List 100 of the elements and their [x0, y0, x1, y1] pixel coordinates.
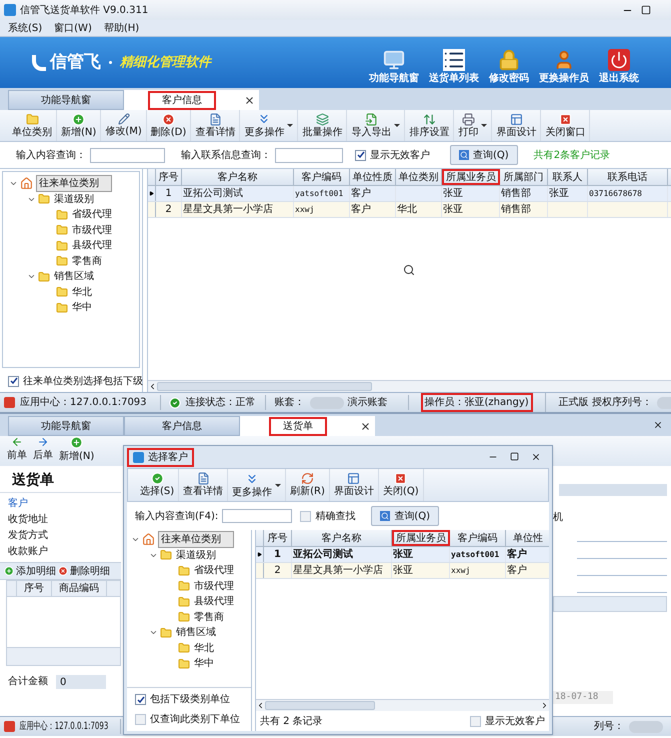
- maximize-icon[interactable]: [641, 4, 651, 14]
- table-row[interactable]: 1 亚拓公司测试 yatsoft001 客户 张亚 销售部 张亚 03716678678: [148, 186, 671, 202]
- toolbar-button[interactable]: 界面设计: [492, 110, 542, 141]
- checkbox[interactable]: [355, 150, 366, 160]
- tree-item[interactable]: 市级代理: [72, 222, 112, 238]
- nav-button[interactable]: 更换操作员: [539, 49, 589, 86]
- close-tab-icon[interactable]: [360, 420, 371, 432]
- scroll-right-icon[interactable]: [540, 701, 549, 710]
- toolbar-button[interactable]: 关闭(Q): [378, 469, 424, 501]
- toolbar-button[interactable]: 后单: [30, 436, 56, 466]
- tab[interactable]: 功能导航窗: [8, 416, 124, 436]
- table-row[interactable]: 1 亚拓公司测试 张亚 yatsoft001 客户: [256, 547, 549, 563]
- toolbar-button[interactable]: 打印: [454, 110, 492, 141]
- toolbar-button[interactable]: 删除(D): [146, 110, 192, 141]
- toolbar-button[interactable]: 更多操作: [240, 110, 298, 141]
- checkbox[interactable]: [135, 694, 146, 705]
- toolbar-button[interactable]: 新增(N): [57, 110, 102, 141]
- toolbar-button[interactable]: 导入导出: [347, 110, 406, 141]
- nav-button[interactable]: 修改密码: [489, 49, 529, 86]
- checkbox[interactable]: [470, 716, 481, 726]
- tab[interactable]: 客户信息: [124, 90, 240, 110]
- tree-item[interactable]: 省级代理: [72, 207, 112, 222]
- tree-item[interactable]: 往来单位类别: [158, 531, 234, 548]
- menu-item[interactable]: 窗口(W): [54, 20, 92, 36]
- toolbar-button[interactable]: 界面设计: [330, 469, 379, 501]
- toolbar-button[interactable]: 查看详情: [191, 110, 240, 141]
- input-field[interactable]: [559, 484, 667, 496]
- toolbar-button[interactable]: 排序设置: [405, 110, 454, 141]
- tree-item[interactable]: 市级代理: [194, 578, 234, 594]
- search-field[interactable]: [222, 509, 292, 523]
- column-header[interactable]: 商品编码: [52, 581, 107, 596]
- dropdown-icon[interactable]: [275, 484, 282, 486]
- table-row[interactable]: 2 星星文具第一小学店 张亚 xxwj 客户: [256, 563, 549, 579]
- tab[interactable]: 送货单: [240, 416, 356, 436]
- scroll-left-icon[interactable]: [256, 701, 265, 710]
- search-field[interactable]: [275, 148, 343, 162]
- toolbar-button[interactable]: 前单: [4, 436, 30, 466]
- scrollbar-thumb[interactable]: [157, 382, 372, 391]
- column-header[interactable]: 客户名称: [292, 530, 392, 546]
- column-header[interactable]: 序号: [264, 530, 292, 546]
- tree-item[interactable]: 华北: [194, 640, 214, 656]
- column-header[interactable]: 所属部门: [500, 169, 548, 185]
- tree-item[interactable]: 华中: [194, 656, 214, 672]
- toolbar-button[interactable]: 删除明细: [70, 564, 110, 578]
- checkbox[interactable]: [135, 714, 146, 725]
- toolbar-button[interactable]: 选择(S): [136, 469, 180, 501]
- tree-item[interactable]: 渠道级别: [54, 192, 94, 207]
- column-header[interactable]: 单位性: [506, 530, 549, 546]
- query-button[interactable]: 查询(Q): [450, 145, 518, 165]
- close-icon[interactable]: [653, 420, 663, 430]
- toolbar-button[interactable]: 关闭窗口: [541, 110, 590, 141]
- tree-item[interactable]: 零售商: [194, 610, 224, 625]
- tab[interactable]: 功能导航窗: [8, 90, 124, 110]
- nav-button[interactable]: 退出系统: [599, 49, 639, 86]
- menu-item[interactable]: 帮助(H): [104, 20, 140, 36]
- toolbar-button[interactable]: 新增(N): [56, 436, 98, 466]
- column-header[interactable]: 客户编码: [450, 530, 506, 546]
- checkbox[interactable]: [8, 376, 19, 386]
- column-header[interactable]: 客户名称: [182, 169, 294, 185]
- tree-item[interactable]: 县级代理: [194, 594, 234, 610]
- toolbar-button[interactable]: 单位类别: [8, 110, 57, 141]
- dropdown-icon[interactable]: [394, 124, 400, 127]
- close-icon[interactable]: [531, 452, 541, 462]
- column-header[interactable]: 联系电话: [588, 169, 668, 185]
- total-field[interactable]: 0: [56, 674, 106, 688]
- tree-item[interactable]: 华北: [72, 284, 92, 300]
- maximize-icon[interactable]: [510, 452, 519, 461]
- column-header[interactable]: 联系人: [548, 169, 588, 185]
- search-field[interactable]: [90, 148, 165, 162]
- nav-button[interactable]: 功能导航窗: [369, 49, 419, 86]
- scrollbar-thumb[interactable]: [265, 701, 375, 710]
- toolbar-button[interactable]: 添加明细: [16, 564, 56, 578]
- tree-item[interactable]: 渠道级别: [176, 548, 216, 563]
- tree-item[interactable]: 销售区域: [54, 269, 94, 284]
- scroll-left-icon[interactable]: [148, 382, 157, 391]
- nav-button[interactable]: 送货单列表: [429, 49, 479, 86]
- dropdown-icon[interactable]: [481, 124, 488, 127]
- close-tab-icon[interactable]: [244, 94, 255, 106]
- toolbar-button[interactable]: 刷新(R): [286, 469, 330, 501]
- tab[interactable]: 客户信息: [124, 416, 240, 436]
- tree-item[interactable]: 销售区域: [176, 625, 216, 640]
- column-header[interactable]: 单位类别: [396, 169, 442, 185]
- checkbox[interactable]: [300, 510, 312, 522]
- column-header[interactable]: 序号: [17, 581, 52, 596]
- tree-item[interactable]: 华中: [72, 300, 92, 316]
- tree-item[interactable]: 省级代理: [194, 563, 234, 578]
- toolbar-button[interactable]: 修改(M): [101, 110, 147, 141]
- column-header[interactable]: 所属业务员: [392, 530, 450, 546]
- table-row[interactable]: 2 星星文具第一小学店 xxwj 客户 华北 张亚 销售部: [148, 202, 671, 218]
- toolbar-button[interactable]: 查看详情: [179, 469, 228, 501]
- column-header[interactable]: 单位性质: [350, 169, 396, 185]
- dropdown-icon[interactable]: [287, 124, 294, 127]
- toolbar-button[interactable]: 更多操作: [228, 469, 286, 501]
- menu-item[interactable]: 系统(S): [8, 20, 42, 36]
- query-button[interactable]: 查询(Q): [371, 506, 439, 526]
- toolbar-button[interactable]: 批量操作: [298, 110, 348, 141]
- column-header[interactable]: 所属业务员: [442, 169, 500, 185]
- tree-item[interactable]: 县级代理: [72, 238, 112, 254]
- tree-item[interactable]: 零售商: [72, 254, 102, 269]
- tree-item[interactable]: 往来单位类别: [36, 175, 112, 192]
